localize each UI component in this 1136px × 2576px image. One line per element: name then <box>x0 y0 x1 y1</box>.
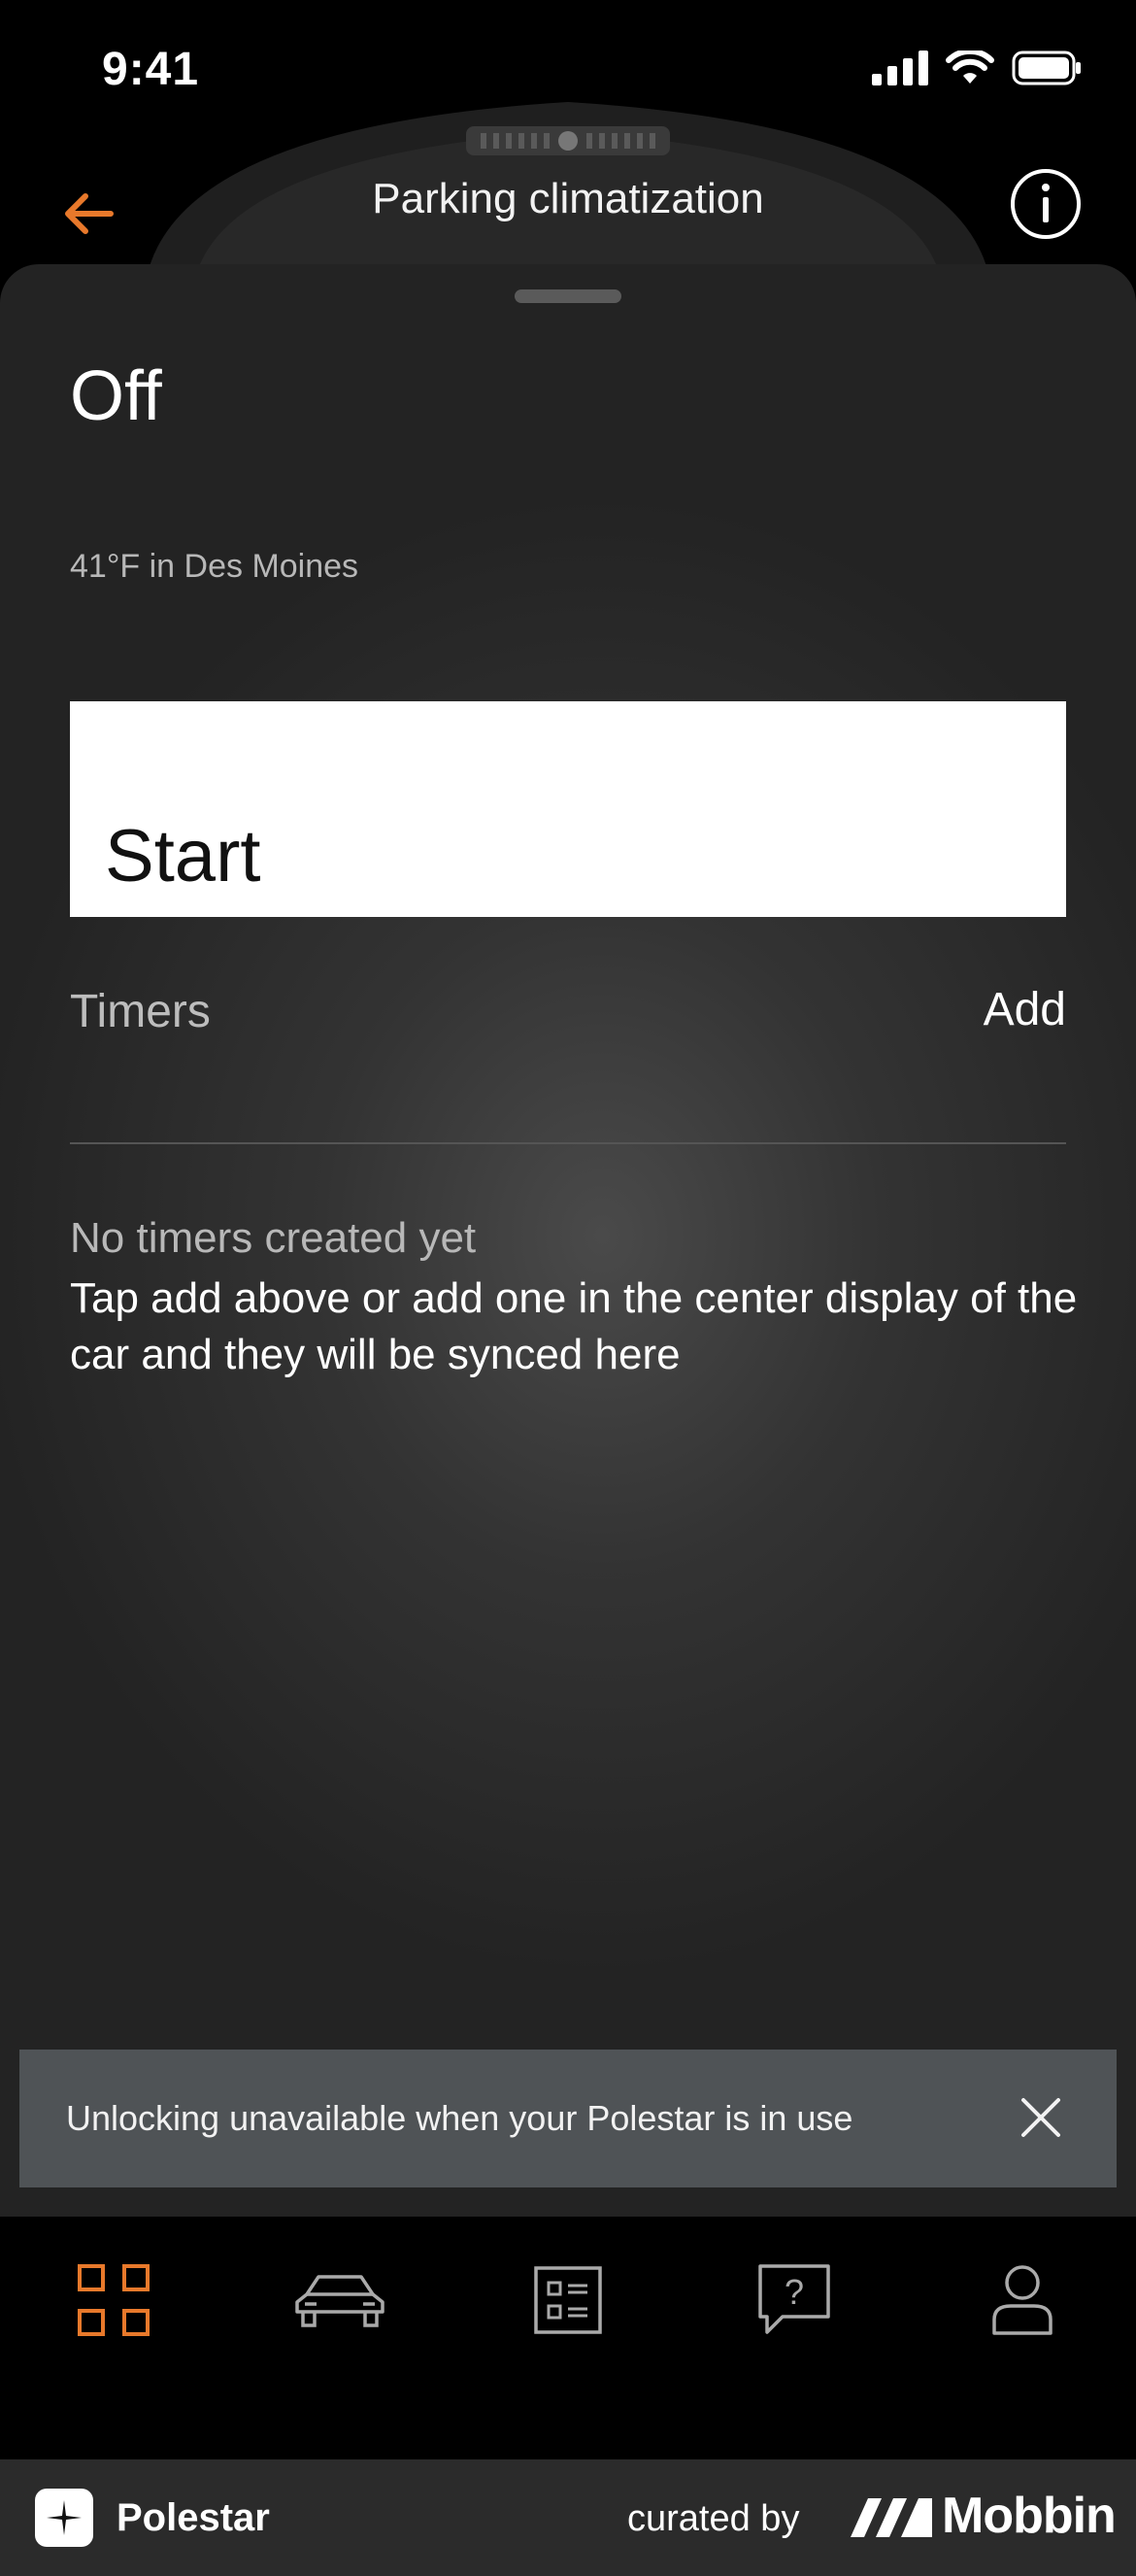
svg-text:?: ? <box>785 2272 804 2312</box>
car-icon <box>295 2275 384 2327</box>
polestar-logo <box>35 2489 93 2547</box>
divider <box>70 1142 1066 1144</box>
list-icon <box>534 2266 602 2334</box>
info-icon[interactable] <box>1009 167 1083 241</box>
page-title: Parking climatization <box>372 175 764 222</box>
battery-icon <box>1012 51 1081 85</box>
footer-brand-name: Mobbin <box>942 2488 1117 2544</box>
outside-temperature: 41°F in Des Moines <box>70 548 359 585</box>
sheet-grabber[interactable] <box>515 289 621 303</box>
tab-car[interactable] <box>286 2252 393 2349</box>
mobbin-logo-icon <box>851 2498 932 2537</box>
close-icon[interactable] <box>1012 2088 1070 2147</box>
help-icon: ? <box>758 2264 830 2334</box>
footer-app-name: Polestar <box>117 2496 270 2539</box>
header: Parking climatization <box>0 155 1136 262</box>
tab-dashboard[interactable] <box>60 2252 167 2349</box>
tab-profile[interactable] <box>969 2252 1076 2349</box>
empty-timers-body: Tap add above or add one in the center d… <box>70 1274 1078 1378</box>
mobbin-brand: Mobbin <box>851 2487 1117 2545</box>
signal-icon <box>872 51 928 85</box>
unlock-toast: Unlocking unavailable when your Polestar… <box>19 2050 1117 2187</box>
toast-message: Unlocking unavailable when your Polestar… <box>66 2098 853 2138</box>
add-timer-button[interactable]: Add <box>984 983 1066 1036</box>
mobbin-footer: Polestar curated by Mobbin <box>0 2459 1136 2576</box>
polestar-star-icon <box>47 2500 82 2535</box>
profile-icon <box>992 2265 1052 2335</box>
footer-curated-by: curated by <box>627 2498 800 2539</box>
empty-timers-title: No timers created yet <box>70 1214 477 1262</box>
tab-documents[interactable] <box>515 2252 621 2349</box>
start-button[interactable]: Start <box>70 701 1066 917</box>
climate-state: Off <box>70 357 162 435</box>
timers-label: Timers <box>70 986 211 1037</box>
wifi-icon <box>946 51 994 84</box>
tab-support[interactable]: ? <box>741 2252 848 2349</box>
climate-sheet: Off 41°F in Des Moines Start Timers Add … <box>0 264 1136 2217</box>
tab-bar: ? <box>0 2217 1136 2459</box>
grid-icon <box>78 2264 150 2336</box>
status-icons <box>872 51 1082 85</box>
